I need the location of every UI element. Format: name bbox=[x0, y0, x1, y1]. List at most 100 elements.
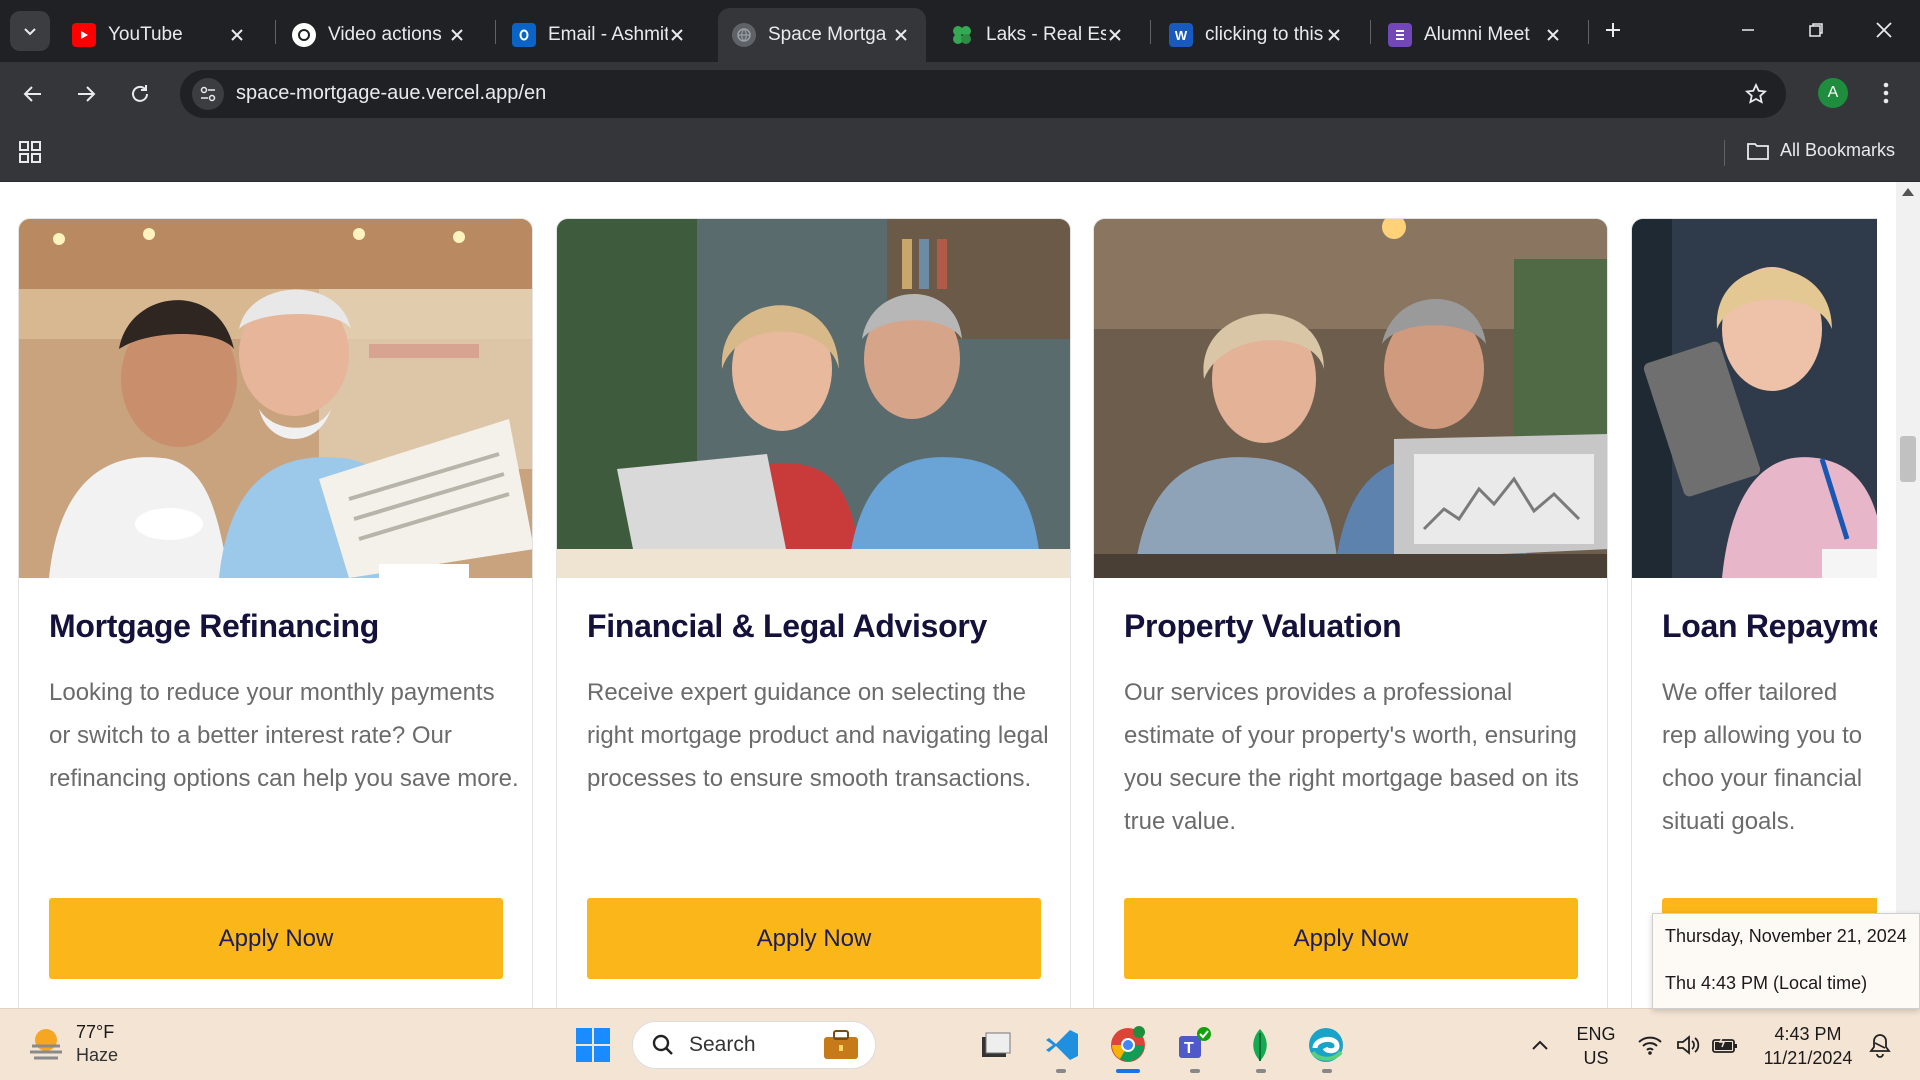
card-title: Property Valuation bbox=[1124, 608, 1402, 644]
running-indicator bbox=[1322, 1069, 1332, 1073]
edge-icon bbox=[1309, 1028, 1343, 1062]
back-button[interactable] bbox=[15, 76, 51, 112]
tooltip-full-date: Thursday, November 21, 2024 bbox=[1665, 926, 1907, 946]
all-bookmarks-button[interactable]: All Bookmarks bbox=[1746, 140, 1895, 161]
mongodb-leaf-icon bbox=[1253, 1029, 1267, 1061]
apply-now-button[interactable]: Apply Now bbox=[587, 898, 1041, 979]
vscode-taskbar-button[interactable] bbox=[1040, 1023, 1084, 1067]
close-icon[interactable] bbox=[226, 24, 248, 46]
running-indicator bbox=[1256, 1069, 1266, 1073]
tab-separator bbox=[1588, 20, 1589, 44]
tab-separator bbox=[1150, 20, 1151, 44]
card-description: We offer tailored rep allowing you to ch… bbox=[1662, 679, 1863, 835]
taskbar-search[interactable]: Search bbox=[632, 1021, 876, 1069]
service-card-mortgage-refinancing: Mortgage Refinancing Looking to reduce y… bbox=[18, 218, 533, 1008]
card-clip: Loan Repayme We offer tailored rep allow… bbox=[1631, 182, 1877, 1008]
address-bar[interactable]: space-mortgage-aue.vercel.app/en bbox=[180, 70, 1786, 118]
tab-search-button[interactable] bbox=[10, 11, 50, 51]
browser-toolbar: space-mortgage-aue.vercel.app/en A bbox=[0, 62, 1920, 126]
couple-reviewing-laptop-chart-photo bbox=[1094, 219, 1607, 578]
weather-temperature: 77°F bbox=[76, 1022, 115, 1042]
chrome-taskbar-button[interactable] bbox=[1106, 1023, 1150, 1067]
woman-with-tablet-photo bbox=[1632, 219, 1877, 578]
wifi-icon bbox=[1638, 1036, 1662, 1055]
close-icon[interactable] bbox=[1323, 24, 1345, 46]
tab-alumni-meet[interactable]: Alumni Meet bbox=[1374, 8, 1578, 62]
active-indicator bbox=[1116, 1069, 1140, 1073]
vscode-icon bbox=[1046, 1030, 1078, 1060]
show-hidden-icons-button[interactable] bbox=[1518, 1023, 1562, 1067]
close-window-button[interactable] bbox=[1862, 10, 1906, 50]
tab-video-actions[interactable]: Video actions bbox=[278, 8, 482, 62]
couple-reading-newspaper-photo bbox=[19, 219, 532, 578]
tab-title: clicking to this bbox=[1205, 24, 1324, 45]
reload-icon bbox=[132, 85, 148, 102]
apply-now-button[interactable]: Apply Now bbox=[49, 898, 503, 979]
close-icon[interactable] bbox=[446, 24, 468, 46]
battery-status[interactable] bbox=[1703, 1023, 1747, 1067]
haze-weather-icon bbox=[30, 1029, 62, 1060]
scrollbar-thumb[interactable] bbox=[1900, 436, 1916, 482]
tab-youtube[interactable]: YouTube bbox=[58, 8, 262, 62]
input-language-indicator[interactable]: ENG US bbox=[1576, 1022, 1616, 1070]
mongodb-taskbar-button[interactable] bbox=[1238, 1023, 1282, 1067]
tab-title: Laks - Real Est bbox=[986, 24, 1106, 45]
minimize-button[interactable] bbox=[1726, 10, 1770, 50]
plus-icon bbox=[1606, 23, 1620, 37]
notifications-button[interactable] bbox=[1858, 1023, 1902, 1067]
chrome-icon bbox=[1111, 1026, 1145, 1062]
close-icon[interactable] bbox=[1542, 24, 1564, 46]
chevron-up-icon bbox=[1532, 1040, 1548, 1050]
card-title: Loan Repayme bbox=[1662, 608, 1877, 644]
apps-grid-icon[interactable] bbox=[18, 140, 44, 166]
card-title: Mortgage Refinancing bbox=[49, 608, 380, 644]
close-icon[interactable] bbox=[890, 24, 912, 46]
outlook-icon bbox=[512, 23, 536, 47]
clock-date: 11/21/2024 bbox=[1763, 1048, 1853, 1068]
tab-title: Email - Ashmit bbox=[548, 24, 668, 45]
close-icon[interactable] bbox=[666, 24, 688, 46]
tab-word-document[interactable]: W clicking to this bbox=[1155, 8, 1359, 62]
region-code: US bbox=[1583, 1048, 1609, 1068]
profile-avatar[interactable]: A bbox=[1818, 78, 1848, 108]
forward-button[interactable] bbox=[68, 76, 104, 112]
close-icon bbox=[1876, 22, 1892, 38]
tab-laks-real-estate[interactable]: Laks - Real Est bbox=[936, 8, 1140, 62]
edge-taskbar-button[interactable] bbox=[1304, 1023, 1348, 1067]
teams-taskbar-button[interactable]: T bbox=[1172, 1023, 1216, 1067]
scroll-up-arrow-icon[interactable] bbox=[1902, 188, 1914, 196]
arrow-left-icon bbox=[23, 86, 41, 102]
windows-logo-icon bbox=[576, 1028, 610, 1062]
word-icon: W bbox=[1169, 23, 1193, 47]
star-icon[interactable] bbox=[1744, 82, 1768, 106]
page-scrollbar[interactable] bbox=[1896, 182, 1920, 1008]
weather-widget[interactable]: 77°F Haze bbox=[26, 1021, 118, 1067]
all-bookmarks-label: All Bookmarks bbox=[1780, 140, 1896, 160]
site-info-icon[interactable] bbox=[192, 78, 224, 110]
clock-time: 4:43 PM bbox=[1774, 1024, 1842, 1044]
start-button[interactable] bbox=[571, 1023, 615, 1067]
clock-tooltip: Thursday, November 21, 2024 Thu 4:43 PM … bbox=[1652, 913, 1920, 1009]
url-text: space-mortgage-aue.vercel.app/en bbox=[236, 82, 547, 104]
card-title: Financial & Legal Advisory bbox=[587, 608, 988, 644]
tab-separator bbox=[275, 20, 276, 44]
reload-button[interactable] bbox=[122, 76, 158, 112]
close-icon[interactable] bbox=[1104, 24, 1126, 46]
tab-title: Video actions bbox=[328, 24, 442, 45]
battery-charging-icon bbox=[1712, 1035, 1737, 1053]
task-view-button[interactable] bbox=[974, 1023, 1018, 1067]
card-description: Looking to reduce your monthly payments … bbox=[49, 679, 519, 792]
more-menu-icon[interactable] bbox=[1876, 78, 1896, 108]
forms-icon bbox=[1388, 23, 1412, 47]
restore-button[interactable] bbox=[1794, 10, 1838, 50]
tab-email[interactable]: Email - Ashmit bbox=[498, 8, 702, 62]
speaker-icon bbox=[1677, 1035, 1700, 1055]
tab-space-mortgage[interactable]: Space Mortga bbox=[718, 8, 926, 62]
apply-now-button[interactable]: Apply Now bbox=[1124, 898, 1578, 979]
windows-taskbar: 77°F Haze Search T ENG US 4:43 PM 11/21/… bbox=[0, 1008, 1920, 1080]
svg-text:T: T bbox=[1184, 1040, 1194, 1057]
new-tab-button[interactable] bbox=[1591, 10, 1635, 50]
clover-icon bbox=[950, 23, 974, 47]
tab-title: Alumni Meet bbox=[1424, 24, 1530, 45]
system-clock[interactable]: 4:43 PM 11/21/2024 bbox=[1752, 1022, 1864, 1070]
